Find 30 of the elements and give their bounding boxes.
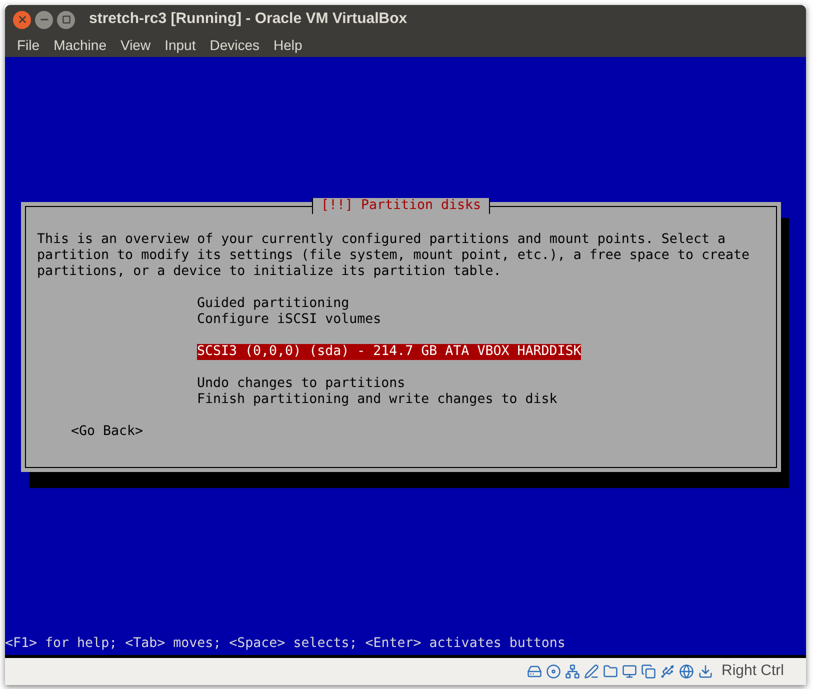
dialog-message: This is an overview of your currently configured partitions and mount points. Select a partition to modify its settings (file system, mount point, etc.), a free space to create partitions, or a device to initialize its partition table. (37, 232, 750, 280)
dialog-title: [!!] Partition disks (312, 198, 490, 214)
menu-item[interactable]: Machine (48, 35, 112, 56)
globe-icon[interactable] (679, 664, 694, 679)
maximize-icon (62, 15, 70, 24)
monitor-icon[interactable] (622, 664, 638, 679)
download-icon[interactable] (698, 664, 714, 679)
close-icon (16, 14, 28, 25)
network-icon[interactable] (565, 664, 580, 679)
window-title: stretch-rc3 [Running] - Oracle VM VirtualBox (89, 9, 408, 30)
close-button[interactable] (13, 10, 31, 28)
menu-option[interactable]: Undo changes to partitions (197, 376, 406, 392)
help-line: <F1> for help; <Tab> moves; <Space> selects; <Enter> activates buttons (5, 636, 566, 652)
menu-item[interactable]: File (11, 35, 46, 56)
folder-icon[interactable] (603, 664, 618, 679)
menu-option[interactable]: Guided partitioning (197, 296, 350, 312)
host-key: Right Ctrl (721, 660, 784, 683)
menu-item[interactable]: View (114, 35, 157, 56)
usb-icon[interactable] (660, 664, 676, 679)
disc-icon[interactable] (546, 664, 562, 679)
menu-option[interactable]: Configure iSCSI volumes (197, 312, 382, 328)
menu-option[interactable]: SCSI3 (0,0,0) (sda) - 214.7 GB ATA VBOX HARDDISK (197, 344, 582, 360)
maximize-button[interactable] (57, 10, 75, 28)
menu-item[interactable]: Help (268, 35, 308, 56)
go-back-button[interactable]: <Go Back> (71, 424, 144, 440)
menu-option[interactable]: Finish partitioning and write changes to disk (197, 392, 558, 408)
menu-item[interactable]: Input (158, 35, 202, 56)
menu-item[interactable]: Devices (204, 35, 266, 56)
pen-icon[interactable] (584, 664, 600, 679)
minimize-button[interactable] (35, 10, 53, 28)
